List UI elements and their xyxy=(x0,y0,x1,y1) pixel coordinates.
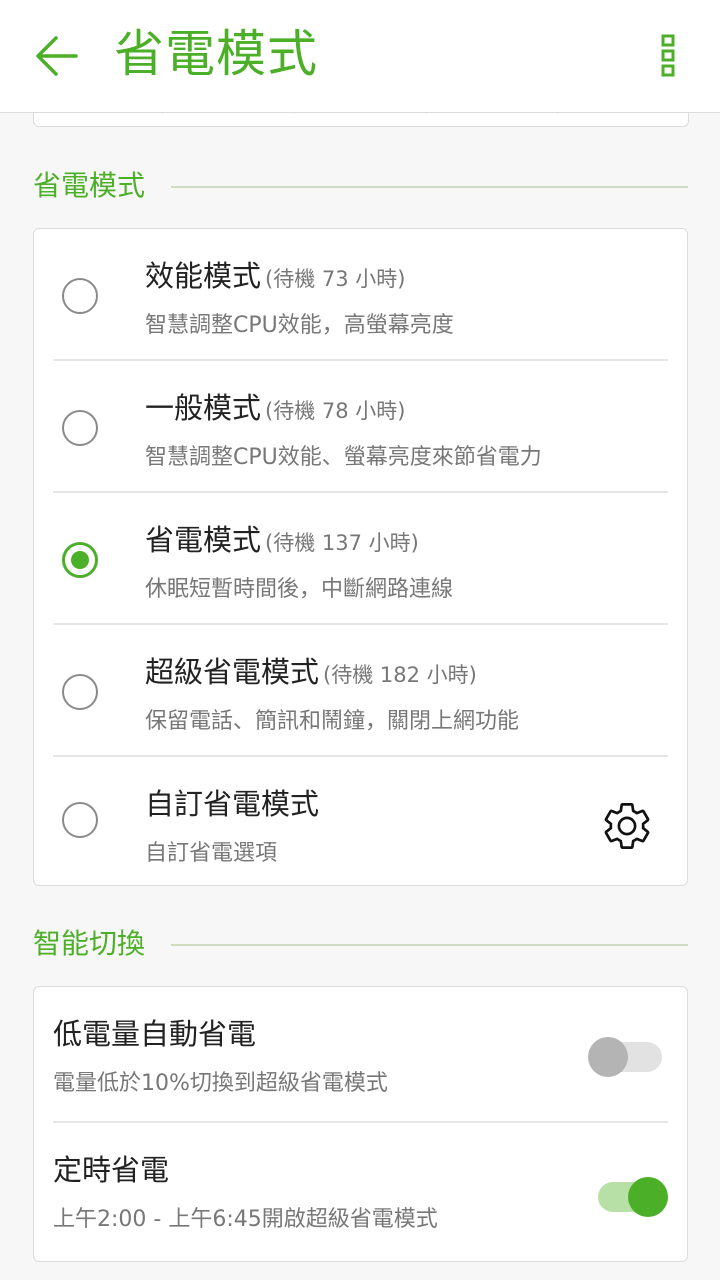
mode-standby: (待機 78 小時) xyxy=(265,399,406,423)
overflow-menu-button[interactable] xyxy=(650,32,686,80)
switch-description: 電量低於10%切換到超級省電模式 xyxy=(53,1071,388,1096)
mode-name: 自訂省電模式 xyxy=(145,787,320,821)
switch-row-scheduled[interactable]: 定時省電 上午2:00 - 上午6:45開啟超級省電模式 xyxy=(34,1123,687,1259)
mode-row-custom[interactable]: 自訂省電模式 自訂省電選項 xyxy=(34,757,687,885)
switch-row-low-battery[interactable]: 低電量自動省電 電量低於10%切換到超級省電模式 xyxy=(34,987,687,1123)
scheduled-saving-toggle[interactable] xyxy=(588,1174,668,1217)
toggle-thumb xyxy=(628,1177,668,1217)
switch-title: 低電量自動省電 xyxy=(53,1017,257,1051)
mode-description: 智慧調整CPU效能，高螢幕亮度 xyxy=(145,313,454,338)
mode-standby: (待機 182 小時) xyxy=(323,663,477,687)
app-bar: 省電模式 xyxy=(0,0,720,113)
mode-standby: (待機 137 小時) xyxy=(265,531,419,555)
mode-description: 休眠短暫時間後，中斷網路連線 xyxy=(145,577,454,602)
mode-row-performance[interactable]: 效能模式 (待機 73 小時) 智慧調整CPU效能，高螢幕亮度 xyxy=(34,229,687,361)
mode-name: 超級省電模式 xyxy=(145,655,320,689)
switch-title: 定時省電 xyxy=(53,1153,170,1187)
switch-description: 上午2:00 - 上午6:45開啟超級省電模式 xyxy=(53,1207,438,1232)
mode-description: 智慧調整CPU效能、螢幕亮度來節省電力 xyxy=(145,445,542,470)
more-vertical-icon xyxy=(661,34,675,77)
section-label: 省電模式 xyxy=(33,169,146,202)
mode-row-power-saving[interactable]: 省電模式 (待機 137 小時) 休眠短暫時間後，中斷網路連線 xyxy=(34,493,687,625)
radio-button[interactable] xyxy=(62,278,98,314)
toggle-thumb xyxy=(588,1037,628,1077)
mode-standby: (待機 73 小時) xyxy=(265,267,406,291)
mode-name: 一般模式 xyxy=(145,391,262,425)
gear-icon xyxy=(604,803,650,849)
radio-button[interactable] xyxy=(62,674,98,710)
radio-button[interactable] xyxy=(62,802,98,838)
mode-name: 省電模式 xyxy=(145,523,262,557)
arrow-left-icon xyxy=(36,36,78,76)
radio-button[interactable] xyxy=(62,410,98,446)
section-label: 智能切換 xyxy=(33,927,146,960)
mode-description: 自訂省電選項 xyxy=(145,841,278,866)
mode-row-normal[interactable]: 一般模式 (待機 78 小時) 智慧調整CPU效能、螢幕亮度來節省電力 xyxy=(34,361,687,493)
radio-button-selected[interactable] xyxy=(62,542,98,578)
mode-name: 效能模式 xyxy=(145,259,262,293)
page-title: 省電模式 xyxy=(114,25,318,83)
mode-row-super-saving[interactable]: 超級省電模式 (待機 182 小時) 保留電話、簡訊和鬧鐘，關閉上網功能 xyxy=(34,625,687,757)
custom-mode-settings-button[interactable] xyxy=(600,799,654,853)
low-battery-toggle[interactable] xyxy=(588,1034,668,1077)
section-divider xyxy=(171,944,688,946)
mode-description: 保留電話、簡訊和鬧鐘，關閉上網功能 xyxy=(145,709,520,734)
section-header-power-modes: 省電模式 xyxy=(33,166,688,206)
section-header-smart-switch: 智能切換 xyxy=(33,924,688,964)
smart-switch-card: 低電量自動省電 電量低於10%切換到超級省電模式 定時省電 上午2:00 - 上… xyxy=(33,986,688,1262)
power-modes-card: 效能模式 (待機 73 小時) 智慧調整CPU效能，高螢幕亮度 一般模式 (待機 7… xyxy=(33,228,688,886)
section-divider xyxy=(171,186,688,188)
back-button[interactable] xyxy=(28,26,88,86)
